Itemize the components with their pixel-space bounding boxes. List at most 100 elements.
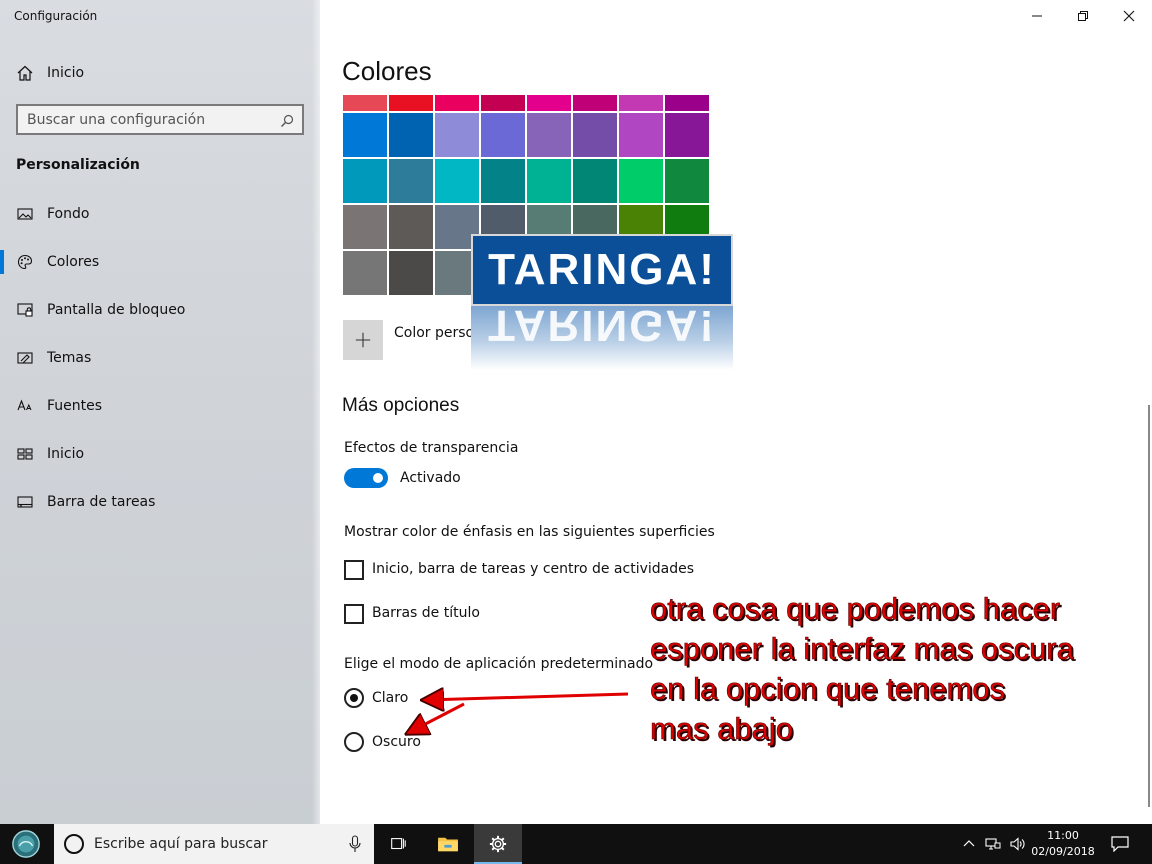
logo-banner: TARINGA!: [471, 234, 733, 306]
toggle-knob: [373, 473, 383, 483]
transparency-state: Activado: [400, 470, 461, 486]
color-swatch[interactable]: [343, 251, 387, 295]
color-swatch[interactable]: [389, 205, 433, 249]
annotation-line: mas abajo: [650, 711, 794, 747]
start-orb-icon: [12, 830, 40, 858]
color-swatch[interactable]: [343, 113, 387, 157]
settings-taskbar-button[interactable]: [474, 824, 522, 864]
sidebar-item-label: Pantalla de bloqueo: [47, 302, 186, 318]
settings-search-box[interactable]: [16, 104, 304, 135]
titlebars-checkbox[interactable]: [344, 604, 364, 624]
color-swatch[interactable]: [435, 95, 479, 111]
dark-mode-radio[interactable]: [344, 732, 364, 752]
light-mode-radio[interactable]: [344, 688, 364, 708]
restore-icon: [1078, 11, 1088, 21]
annotation-text: otra cosa que podemos hacer esponer la i…: [650, 589, 1130, 749]
notification-icon: [1111, 836, 1129, 852]
accent-surfaces-label: Mostrar color de énfasis en las siguient…: [344, 524, 715, 540]
volume-icon[interactable]: [1009, 836, 1025, 852]
annotation-arrows: [400, 680, 629, 740]
color-swatch[interactable]: [619, 159, 663, 203]
network-icon[interactable]: [985, 836, 1001, 852]
taskbar-icon: [17, 494, 33, 510]
nav-home[interactable]: Inicio: [0, 56, 320, 90]
search-icon[interactable]: [280, 113, 294, 127]
color-swatch[interactable]: [343, 205, 387, 249]
arrow-to-dark: [410, 702, 465, 732]
lock-screen-icon: [17, 302, 33, 318]
sidebar: Configuración Inicio Personalización Fon…: [0, 0, 320, 824]
microphone-icon[interactable]: [348, 835, 362, 853]
sidebar-item-label: Fuentes: [47, 398, 103, 414]
color-swatch[interactable]: [481, 159, 525, 203]
sidebar-item-temas[interactable]: Temas: [0, 334, 320, 382]
color-swatch[interactable]: [619, 113, 663, 157]
logo-reflection: TARINGA!: [471, 306, 733, 370]
image-icon: [17, 206, 33, 222]
color-swatch[interactable]: [481, 113, 525, 157]
transparency-toggle[interactable]: [344, 468, 388, 488]
color-swatch[interactable]: [435, 113, 479, 157]
task-view-icon: [391, 838, 406, 850]
taskbar-clock[interactable]: 11:00 02/09/2018: [1026, 828, 1100, 860]
sidebar-item-label: Inicio: [47, 446, 85, 462]
restore-button[interactable]: [1060, 0, 1106, 32]
arrow-to-light: [426, 694, 629, 700]
file-explorer-button[interactable]: [424, 824, 472, 864]
start-button[interactable]: [8, 828, 44, 860]
taskbar-search-box[interactable]: [54, 824, 374, 864]
section-title: Personalización: [16, 157, 140, 173]
sidebar-item-inicio[interactable]: Inicio: [0, 430, 320, 478]
color-swatch[interactable]: [665, 113, 709, 157]
color-swatch[interactable]: [527, 95, 571, 111]
sidebar-item-label: Barra de tareas: [47, 494, 156, 510]
settings-search-input[interactable]: [27, 111, 267, 128]
color-swatch[interactable]: [665, 95, 709, 111]
nav-list: Fondo Colores Pantalla de bloqueo Temas …: [0, 190, 320, 526]
color-swatch[interactable]: [481, 95, 525, 111]
color-swatch[interactable]: [573, 95, 617, 111]
minimize-button[interactable]: [1014, 0, 1060, 32]
fonts-icon: [17, 398, 33, 414]
sidebar-item-colores[interactable]: Colores: [0, 238, 320, 286]
sidebar-item-fondo[interactable]: Fondo: [0, 190, 320, 238]
minimize-icon: [1032, 15, 1042, 17]
close-button[interactable]: [1106, 0, 1152, 32]
sidebar-item-pantalla-de-bloqueo[interactable]: Pantalla de bloqueo: [0, 286, 320, 334]
color-swatch[interactable]: [343, 95, 387, 111]
home-icon: [17, 65, 33, 81]
scrollbar[interactable]: [1148, 405, 1150, 807]
folder-icon: [438, 837, 458, 852]
color-swatch[interactable]: [619, 95, 663, 111]
start-taskbar-checkbox[interactable]: [344, 560, 364, 580]
chevron-up-icon[interactable]: [961, 836, 977, 852]
sidebar-item-label: Temas: [47, 350, 92, 366]
annotation-line: en la opcion que tenemos: [650, 671, 1006, 707]
color-swatch[interactable]: [527, 113, 571, 157]
taringa-logo: TARINGA! TARINGA!: [471, 234, 733, 370]
plus-icon: [343, 320, 383, 360]
color-swatch[interactable]: [343, 159, 387, 203]
sidebar-item-fuentes[interactable]: Fuentes: [0, 382, 320, 430]
themes-icon: [17, 350, 33, 366]
color-swatch[interactable]: [665, 159, 709, 203]
color-swatch[interactable]: [573, 113, 617, 157]
logo-reflection-text: TARINGA!: [488, 306, 716, 350]
color-swatch[interactable]: [389, 159, 433, 203]
start-taskbar-checkbox-label: Inicio, barra de tareas y centro de acti…: [372, 561, 695, 577]
logo-text: TARINGA!: [488, 245, 716, 294]
page-title: Colores: [342, 56, 432, 86]
action-center-button[interactable]: [1106, 834, 1134, 854]
transparency-label: Efectos de transparencia: [344, 440, 519, 456]
color-swatch[interactable]: [389, 113, 433, 157]
sidebar-item-barra-de-tareas[interactable]: Barra de tareas: [0, 478, 320, 526]
taskbar: 11:00 02/09/2018: [0, 824, 1152, 864]
task-view-button[interactable]: [374, 824, 422, 864]
color-swatch[interactable]: [435, 159, 479, 203]
color-swatch[interactable]: [389, 251, 433, 295]
color-swatch[interactable]: [527, 159, 571, 203]
color-swatch[interactable]: [389, 95, 433, 111]
color-swatch[interactable]: [573, 159, 617, 203]
more-options-heading: Más opciones: [342, 395, 460, 416]
taskbar-search-input[interactable]: [94, 836, 334, 852]
